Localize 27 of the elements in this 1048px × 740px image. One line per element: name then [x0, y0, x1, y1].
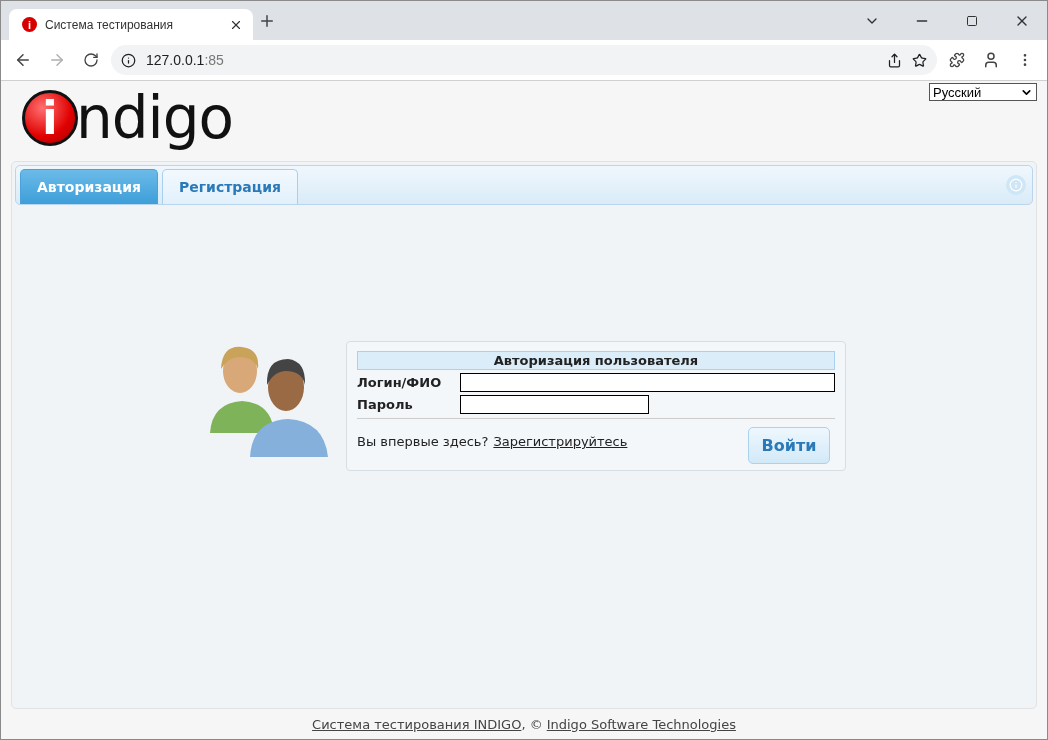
logo-mark: i	[22, 90, 78, 146]
share-icon[interactable]	[887, 52, 902, 68]
maximize-icon[interactable]	[966, 14, 978, 27]
login-title: Авторизация пользователя	[357, 351, 835, 370]
star-icon[interactable]	[912, 52, 927, 68]
browser-tab[interactable]: i Система тестирования	[9, 9, 253, 40]
back-icon[interactable]	[14, 51, 32, 69]
input-field[interactable]	[460, 373, 835, 392]
field-label: Пароль	[357, 397, 414, 412]
tab-title: Система тестирования	[45, 17, 173, 32]
footer-link[interactable]: Indigo Software Technologies	[546, 716, 736, 732]
copyright-text: , ©	[521, 716, 543, 732]
tab[interactable]: Регистрация	[162, 169, 298, 204]
language-select[interactable]: Русский	[929, 83, 1037, 101]
profile-icon[interactable]	[982, 51, 1000, 69]
field-label: Логин/ФИО	[357, 375, 443, 390]
url-text: 127.0.0.1:85	[146, 52, 224, 68]
input-field[interactable]	[460, 395, 649, 414]
favicon-icon: i	[22, 17, 37, 32]
footer-link[interactable]: Система тестирования INDIGO	[312, 716, 522, 732]
register-link[interactable]: Зарегистрируйтесь	[493, 434, 628, 449]
register-prompt: Вы впервые здесь? Зарегистрируйтесь	[357, 434, 628, 449]
reload-icon[interactable]	[83, 52, 99, 68]
login-button[interactable]: Войти	[748, 427, 830, 464]
address-bar[interactable]: 127.0.0.1:85	[111, 45, 937, 75]
extensions-icon[interactable]	[949, 52, 965, 68]
info-icon[interactable]	[121, 52, 136, 68]
